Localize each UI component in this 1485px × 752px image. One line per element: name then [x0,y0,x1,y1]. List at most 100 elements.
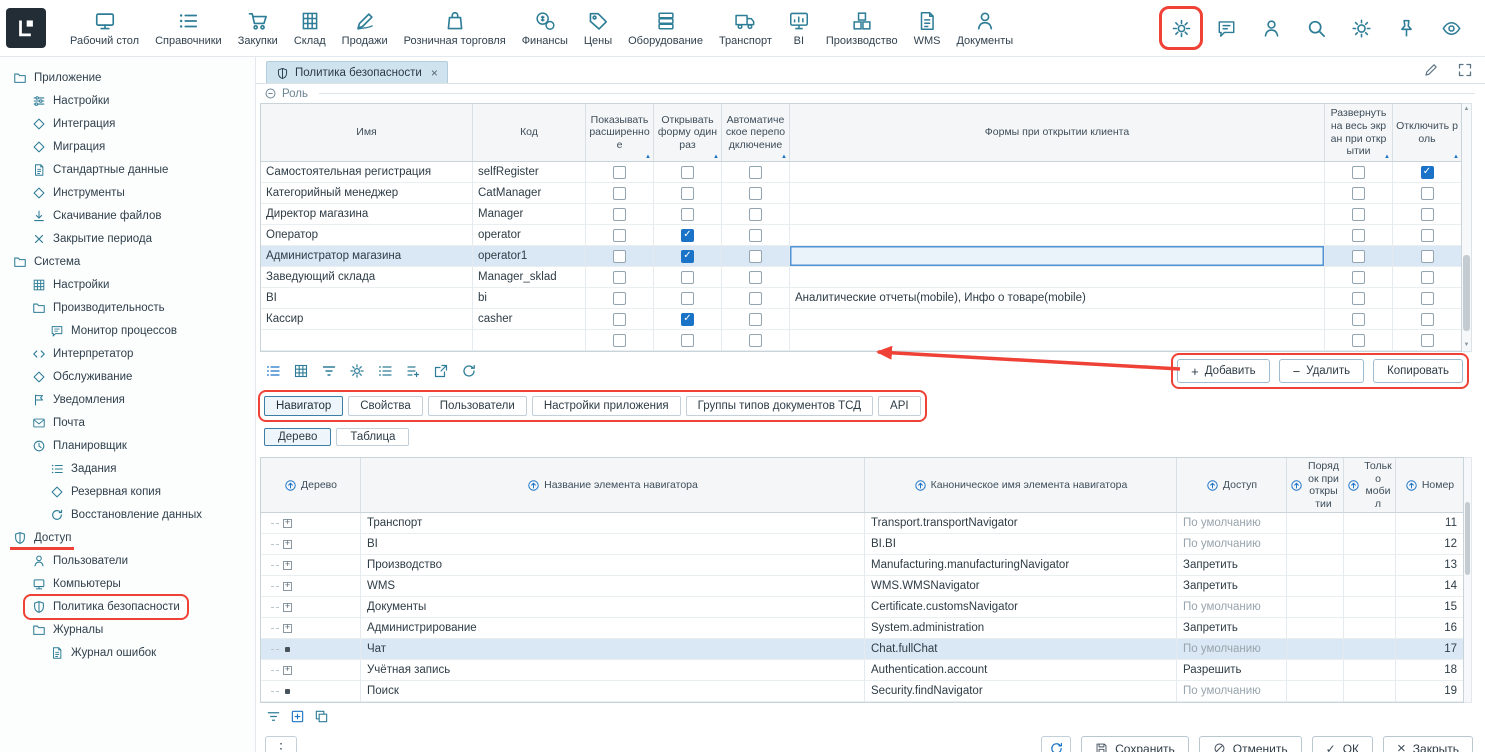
navigator-column-header[interactable]: Доступ [1177,458,1287,513]
navigator-column-header[interactable]: Только мобил [1344,458,1396,513]
topbar-icon-button[interactable] [1437,14,1465,42]
mobile-only-cell[interactable] [1344,618,1396,639]
view-table-icon[interactable] [293,363,309,379]
access-cell[interactable]: Запретить [1177,576,1287,597]
tab-security-policy[interactable]: Политика безопасности × [266,61,448,83]
auto-reconnect-checkbox[interactable] [749,229,762,242]
fullscreen-on-open-checkbox[interactable] [1352,187,1365,200]
role-column-header[interactable]: Автоматическое переподключение [722,104,790,162]
open-form-once-checkbox[interactable] [681,166,694,179]
open-order-cell[interactable] [1287,513,1344,534]
tree-toggle-icon[interactable] [283,540,292,549]
scrollbar-thumb[interactable] [1465,502,1470,575]
detail-tab[interactable]: Свойства [348,396,423,416]
sidebar-item[interactable]: Стандартные данные [0,158,255,181]
add-row-icon[interactable] [405,363,421,379]
topbar-icon-button[interactable] [1257,14,1285,42]
detail-tab[interactable]: Группы типов документов ТСД [686,396,873,416]
sidebar-item[interactable]: Восстановление данных [0,503,255,526]
forms-on-open-cell[interactable] [790,183,1325,204]
mobile-only-cell[interactable] [1344,513,1396,534]
disable-role-checkbox[interactable] [1421,271,1434,284]
mobile-only-cell[interactable] [1344,639,1396,660]
topbar-module[interactable]: Цены [576,7,620,50]
view-list-icon[interactable] [265,363,281,379]
navigator-row[interactable]: BI BI.BI По умолчанию 12 [261,534,1463,555]
topbar-icon-button[interactable] [1347,14,1375,42]
auto-reconnect-checkbox[interactable] [749,250,762,263]
show-extended-checkbox[interactable] [613,250,626,263]
fullscreen-on-open-checkbox[interactable] [1352,334,1365,347]
tree-toggle-icon[interactable] [283,582,292,591]
sidebar-item[interactable]: Уведомления [0,388,255,411]
sidebar-item[interactable]: Компьютеры [0,572,255,595]
navigator-scrollbar[interactable] [1464,457,1472,703]
sidebar-item[interactable]: Инструменты [0,181,255,204]
sort-ascending-icon[interactable] [284,479,297,492]
mobile-only-cell[interactable] [1344,660,1396,681]
detail-tab[interactable]: Настройки приложения [532,396,681,416]
sidebar-item[interactable]: Настройки [0,89,255,112]
open-order-cell[interactable] [1287,534,1344,555]
role-row[interactable]: Директор магазина Manager [261,204,1461,225]
sidebar-item[interactable]: Доступ [0,526,255,549]
collapse-icon[interactable] [264,87,277,100]
navigator-row[interactable]: Производство Manufacturing.manufacturing… [261,555,1463,576]
tree-toggle-icon[interactable] [283,624,292,633]
navigator-row[interactable]: WMS WMS.WMSNavigator Запретить 14 [261,576,1463,597]
sidebar-item[interactable]: Планировщик [0,434,255,457]
tree-toggle-icon[interactable] [283,666,292,675]
topbar-module[interactable]: Транспорт [711,7,780,50]
auto-reconnect-checkbox[interactable] [749,208,762,221]
open-order-cell[interactable] [1287,639,1344,660]
sidebar-item[interactable]: Обслуживание [0,365,255,388]
forms-on-open-cell[interactable] [790,309,1325,330]
forms-on-open-cell[interactable]: Аналитические отчеты(mobile), Инфо о тов… [790,288,1325,309]
access-cell[interactable]: Разрешить [1177,660,1287,681]
topbar-module[interactable]: Рабочий стол [62,7,147,50]
edit-icon[interactable] [1423,62,1439,78]
tree-toggle-icon[interactable] [283,519,292,528]
close-button[interactable]: Закрыть [1383,736,1473,752]
topbar-module[interactable]: Документы [948,7,1021,50]
show-extended-checkbox[interactable] [613,187,626,200]
sidebar-item[interactable]: Журнал ошибок [0,641,255,664]
sidebar-item[interactable]: Задания [0,457,255,480]
role-column-header[interactable]: Формы при открытии клиента [790,104,1325,162]
navigator-column-header[interactable]: Дерево [261,458,361,513]
navigator-column-header[interactable]: Номер [1396,458,1463,513]
access-cell[interactable]: Запретить [1177,618,1287,639]
add-icon[interactable] [290,709,305,724]
open-order-cell[interactable] [1287,681,1344,702]
sidebar-item[interactable]: Почта [0,411,255,434]
role-column-header[interactable]: Развернуть на весь экран при открытии [1325,104,1393,162]
role-row[interactable]: Оператор operator [261,225,1461,246]
auto-reconnect-checkbox[interactable] [749,334,762,347]
scroll-down-icon[interactable]: ▼ [1462,340,1471,351]
sidebar-item[interactable]: Монитор процессов [0,319,255,342]
sidebar-item[interactable]: Миграция [0,135,255,158]
sidebar-item[interactable]: Приложение [0,66,255,89]
role-row[interactable]: Администратор магазина operator1 [261,246,1461,267]
auto-reconnect-checkbox[interactable] [749,187,762,200]
fullscreen-on-open-checkbox[interactable] [1352,292,1365,305]
topbar-module[interactable]: BI [780,7,818,50]
open-order-cell[interactable] [1287,660,1344,681]
auto-reconnect-checkbox[interactable] [749,166,762,179]
disable-role-checkbox[interactable] [1421,250,1434,263]
open-order-cell[interactable] [1287,555,1344,576]
show-extended-checkbox[interactable] [613,166,626,179]
role-row[interactable]: Самостоятельная регистрация selfRegister [261,162,1461,183]
sidebar-item[interactable]: Журналы [0,618,255,641]
fullscreen-icon[interactable] [1457,62,1473,78]
topbar-module[interactable]: WMS [906,7,949,50]
sidebar-item[interactable]: Производительность [0,296,255,319]
navigator-column-header[interactable]: Каноническое имя элемента навигатора [865,458,1177,513]
sidebar-item[interactable]: Пользователи [0,549,255,572]
auto-reconnect-checkbox[interactable] [749,271,762,284]
show-extended-checkbox[interactable] [613,208,626,221]
navigator-row[interactable]: Транспорт Transport.transportNavigator П… [261,513,1463,534]
fullscreen-on-open-checkbox[interactable] [1352,208,1365,221]
topbar-icon-button[interactable] [1212,14,1240,42]
detail-tab[interactable]: Навигатор [264,396,343,416]
